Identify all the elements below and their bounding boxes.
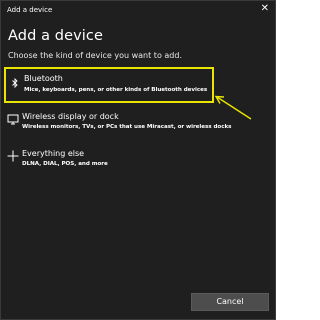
close-icon[interactable]: ✕ (261, 4, 269, 14)
option-label: Everything else (22, 149, 85, 158)
page-title: Add a device (8, 28, 104, 44)
option-bluetooth[interactable]: Bluetooth Mice, keyboards, pens, or othe… (4, 67, 214, 103)
title-bar: Add a device ✕ (1, 1, 275, 19)
cancel-button[interactable]: Cancel (191, 293, 269, 311)
annotation-arrow (214, 95, 252, 120)
plus-icon (7, 150, 19, 162)
monitor-icon (7, 114, 19, 125)
option-description: DLNA, DIAL, POS, and more (22, 161, 108, 167)
add-device-dialog: Add a device ✕ Add a device Choose the k… (0, 0, 276, 320)
page-subtitle: Choose the kind of device you want to ad… (8, 51, 182, 60)
option-everything-else[interactable]: Everything else DLNA, DIAL, POS, and mor… (4, 146, 214, 174)
option-wireless-display[interactable]: Wireless display or dock Wireless monito… (4, 109, 232, 137)
option-label: Bluetooth (24, 74, 63, 83)
option-description: Mice, keyboards, pens, or other kinds of… (24, 87, 208, 93)
option-description: Wireless monitors, TVs, or PCs that use … (22, 124, 232, 130)
window-title: Add a device (7, 6, 53, 14)
option-label: Wireless display or dock (22, 112, 119, 121)
bluetooth-icon (12, 77, 18, 89)
